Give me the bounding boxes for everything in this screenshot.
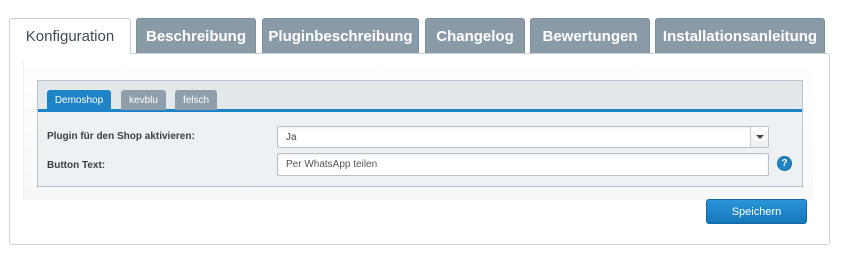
tab-installationsanleitung[interactable]: Installationsanleitung xyxy=(655,18,825,53)
tab-konfiguration[interactable]: Konfiguration xyxy=(9,18,131,54)
shop-tab-demoshop[interactable]: Demoshop xyxy=(47,90,111,110)
activate-plugin-value: Ja xyxy=(286,132,297,143)
tab-beschreibung[interactable]: Beschreibung xyxy=(136,18,256,53)
activate-plugin-select[interactable]: Ja xyxy=(277,126,769,148)
dropdown-toggle[interactable] xyxy=(750,127,768,147)
shop-tab-felsch[interactable]: felsch xyxy=(175,90,217,110)
tab-bewertungen[interactable]: Bewertungen xyxy=(530,18,650,53)
button-text-label: Button Text: xyxy=(47,160,106,171)
button-text-input[interactable] xyxy=(277,153,769,176)
tab-pluginbeschreibung[interactable]: Pluginbeschreibung xyxy=(262,18,419,53)
save-button[interactable]: Speichern xyxy=(706,199,807,224)
activate-plugin-label: Plugin für den Shop aktivieren: xyxy=(47,131,195,142)
shop-tab-kevblu[interactable]: kevblu xyxy=(121,90,166,110)
chevron-down-icon xyxy=(756,135,764,139)
tab-changelog[interactable]: Changelog xyxy=(425,18,525,53)
help-icon[interactable]: ? xyxy=(777,156,792,171)
